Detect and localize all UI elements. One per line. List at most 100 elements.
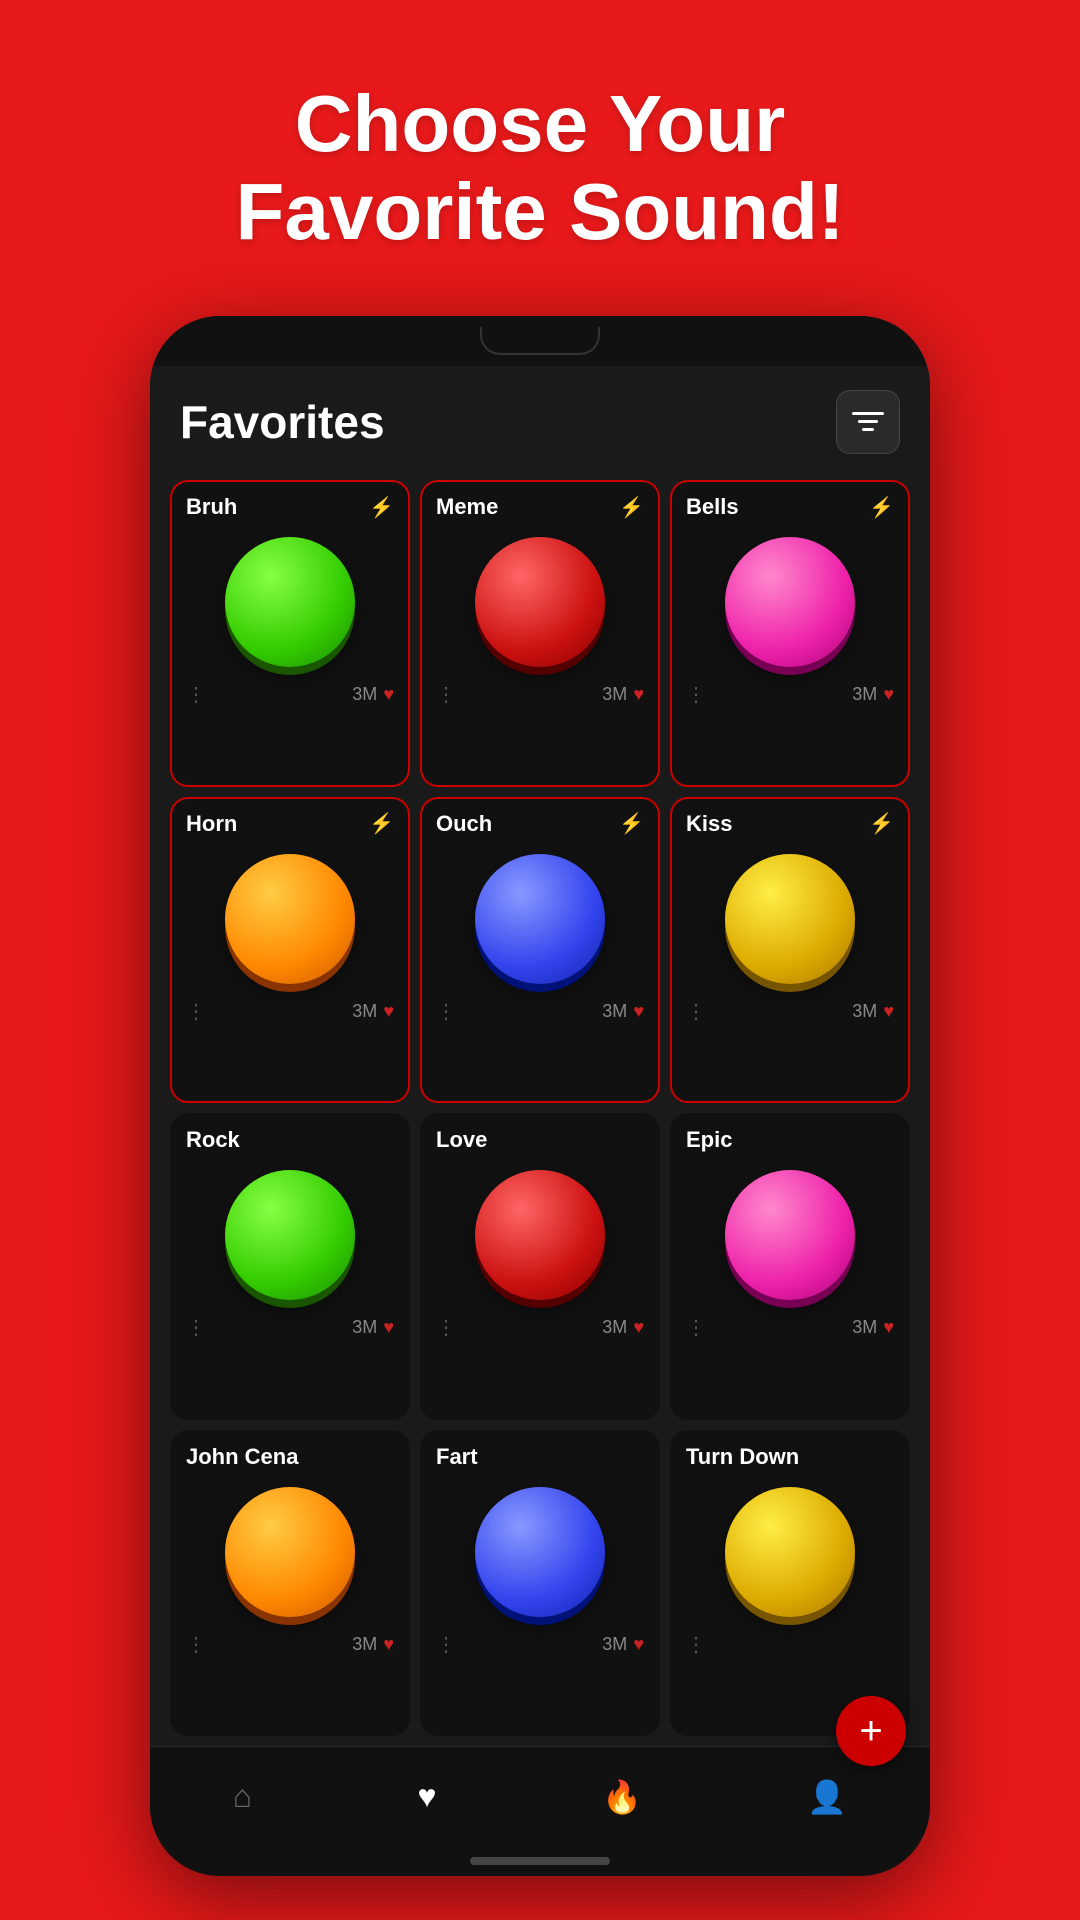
nav-item-favorites[interactable]: ♥: [418, 1778, 437, 1815]
sound-name-kiss: Kiss: [686, 811, 732, 837]
button-wrap-ouch[interactable]: [470, 849, 610, 989]
more-options-love[interactable]: ⋮: [436, 1315, 457, 1340]
sound-name-meme: Meme: [436, 494, 498, 520]
button-wrap-fart[interactable]: [470, 1482, 610, 1622]
card-stats-bruh: 3M ♥: [352, 684, 394, 705]
card-stats-john-cena: 3M ♥: [352, 1634, 394, 1655]
heart-icon-rock: ♥: [383, 1317, 394, 1338]
camera-notch: [480, 327, 600, 355]
card-footer-rock: ⋮ 3M ♥: [186, 1315, 394, 1340]
more-options-turn-down[interactable]: ⋮: [686, 1632, 707, 1657]
sound-button-ouch[interactable]: [475, 854, 605, 984]
sound-card-kiss[interactable]: Kiss ⚡ ⋮ 3M ♥: [670, 797, 910, 1104]
sound-name-ouch: Ouch: [436, 811, 492, 837]
sound-card-john-cena[interactable]: John Cena ⋮ 3M ♥: [170, 1430, 410, 1737]
card-stats-kiss: 3M ♥: [852, 1001, 894, 1022]
lightning-icon-meme: ⚡: [619, 495, 644, 520]
heart-icon-ouch: ♥: [633, 1001, 644, 1022]
sound-card-horn[interactable]: Horn ⚡ ⋮ 3M ♥: [170, 797, 410, 1104]
nav-item-profile[interactable]: 👤: [807, 1778, 847, 1816]
card-stats-love: 3M ♥: [602, 1317, 644, 1338]
more-options-bells[interactable]: ⋮: [686, 682, 707, 707]
add-sound-fab[interactable]: +: [836, 1696, 906, 1766]
sound-button-bruh[interactable]: [225, 537, 355, 667]
heart-icon-love: ♥: [633, 1317, 644, 1338]
nav-item-home[interactable]: ⌂: [233, 1778, 252, 1815]
sound-card-rock[interactable]: Rock ⋮ 3M ♥: [170, 1113, 410, 1420]
card-footer-epic: ⋮ 3M ♥: [686, 1315, 894, 1340]
more-options-fart[interactable]: ⋮: [436, 1632, 457, 1657]
button-wrap-bruh[interactable]: [220, 532, 360, 672]
sound-button-turn-down[interactable]: [725, 1487, 855, 1617]
heart-icon-horn: ♥: [383, 1001, 394, 1022]
card-header-bruh: Bruh ⚡: [186, 494, 394, 520]
heart-icon-bruh: ♥: [383, 684, 394, 705]
play-count-horn: 3M: [352, 1001, 377, 1022]
more-options-kiss[interactable]: ⋮: [686, 999, 707, 1024]
button-wrap-rock[interactable]: [220, 1165, 360, 1305]
sound-button-meme[interactable]: [475, 537, 605, 667]
sound-card-epic[interactable]: Epic ⋮ 3M ♥: [670, 1113, 910, 1420]
button-wrap-love[interactable]: [470, 1165, 610, 1305]
sound-card-fart[interactable]: Fart ⋮ 3M ♥: [420, 1430, 660, 1737]
nav-icon-home: ⌂: [233, 1778, 252, 1815]
more-options-rock[interactable]: ⋮: [186, 1315, 207, 1340]
fab-icon: +: [859, 1709, 882, 1754]
card-stats-epic: 3M ♥: [852, 1317, 894, 1338]
sound-name-fart: Fart: [436, 1444, 478, 1470]
app-header: Favorites: [150, 366, 930, 470]
sound-button-john-cena[interactable]: [225, 1487, 355, 1617]
button-wrap-john-cena[interactable]: [220, 1482, 360, 1622]
sound-button-love[interactable]: [475, 1170, 605, 1300]
sound-button-rock[interactable]: [225, 1170, 355, 1300]
more-options-epic[interactable]: ⋮: [686, 1315, 707, 1340]
more-options-horn[interactable]: ⋮: [186, 999, 207, 1024]
play-count-rock: 3M: [352, 1317, 377, 1338]
more-options-john-cena[interactable]: ⋮: [186, 1632, 207, 1657]
sound-button-epic[interactable]: [725, 1170, 855, 1300]
card-footer-john-cena: ⋮ 3M ♥: [186, 1632, 394, 1657]
heart-icon-bells: ♥: [883, 684, 894, 705]
play-count-fart: 3M: [602, 1634, 627, 1655]
lightning-icon-horn: ⚡: [369, 811, 394, 836]
sound-card-bruh[interactable]: Bruh ⚡ ⋮ 3M ♥: [170, 480, 410, 787]
more-options-bruh[interactable]: ⋮: [186, 682, 207, 707]
sound-card-turn-down[interactable]: Turn Down ⋮: [670, 1430, 910, 1737]
lightning-icon-kiss: ⚡: [869, 811, 894, 836]
sound-card-bells[interactable]: Bells ⚡ ⋮ 3M ♥: [670, 480, 910, 787]
nav-icon-profile: 👤: [807, 1778, 847, 1816]
sound-card-ouch[interactable]: Ouch ⚡ ⋮ 3M ♥: [420, 797, 660, 1104]
button-wrap-epic[interactable]: [720, 1165, 860, 1305]
sound-button-kiss[interactable]: [725, 854, 855, 984]
play-count-bruh: 3M: [352, 684, 377, 705]
more-options-meme[interactable]: ⋮: [436, 682, 457, 707]
sound-name-turn-down: Turn Down: [686, 1444, 799, 1470]
button-wrap-turn-down[interactable]: [720, 1482, 860, 1622]
button-wrap-kiss[interactable]: [720, 849, 860, 989]
sound-button-horn[interactable]: [225, 854, 355, 984]
card-header-bells: Bells ⚡: [686, 494, 894, 520]
filter-button[interactable]: [836, 390, 900, 454]
heart-icon-fart: ♥: [633, 1634, 644, 1655]
card-header-love: Love: [436, 1127, 644, 1153]
heart-icon-meme: ♥: [633, 684, 644, 705]
app-title: Favorites: [180, 395, 385, 449]
card-header-meme: Meme ⚡: [436, 494, 644, 520]
sound-button-fart[interactable]: [475, 1487, 605, 1617]
card-footer-meme: ⋮ 3M ♥: [436, 682, 644, 707]
sound-button-bells[interactable]: [725, 537, 855, 667]
button-wrap-bells[interactable]: [720, 532, 860, 672]
sound-card-love[interactable]: Love ⋮ 3M ♥: [420, 1113, 660, 1420]
card-header-horn: Horn ⚡: [186, 811, 394, 837]
home-pill: [470, 1857, 610, 1865]
more-options-ouch[interactable]: ⋮: [436, 999, 457, 1024]
lightning-icon-bruh: ⚡: [369, 495, 394, 520]
nav-item-trending[interactable]: 🔥: [602, 1778, 642, 1816]
card-footer-horn: ⋮ 3M ♥: [186, 999, 394, 1024]
sound-grid: Bruh ⚡ ⋮ 3M ♥ Meme ⚡ ⋮ 3M ♥: [150, 470, 930, 1746]
button-wrap-horn[interactable]: [220, 849, 360, 989]
nav-icon-favorites: ♥: [418, 1778, 437, 1815]
button-wrap-meme[interactable]: [470, 532, 610, 672]
sound-card-meme[interactable]: Meme ⚡ ⋮ 3M ♥: [420, 480, 660, 787]
sound-name-bells: Bells: [686, 494, 739, 520]
